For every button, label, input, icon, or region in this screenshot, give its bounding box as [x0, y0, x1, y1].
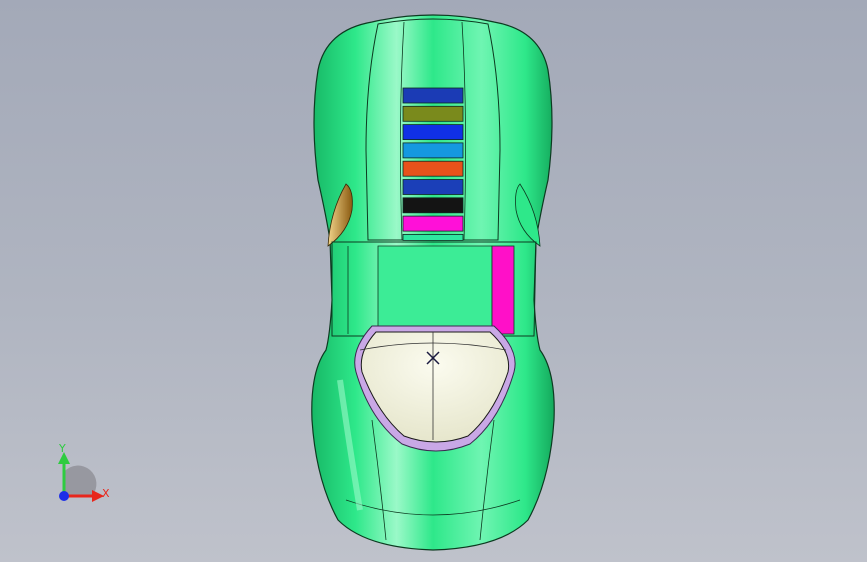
y-axis-label: Y [58, 442, 66, 455]
car-model[interactable] [311, 14, 555, 551]
graphics-viewport[interactable]: Y X [0, 0, 867, 562]
vent-slat [402, 105, 464, 122]
vent-slat [402, 87, 464, 104]
triad-rotation-arc [64, 465, 97, 496]
side-panel-right [491, 245, 515, 335]
vent-slat [402, 179, 464, 195]
vent-slat [402, 233, 464, 241]
hood-vents [402, 87, 464, 241]
vent-slat [402, 197, 464, 214]
z-axis-dot [59, 491, 69, 501]
x-axis-label: X [102, 487, 110, 500]
cabin-roof [377, 245, 493, 329]
vent-slat [402, 142, 464, 159]
vent-slat [402, 160, 464, 177]
vent-slat [402, 215, 464, 232]
orientation-triad[interactable]: Y X [58, 442, 110, 502]
vent-slat [402, 124, 464, 140]
